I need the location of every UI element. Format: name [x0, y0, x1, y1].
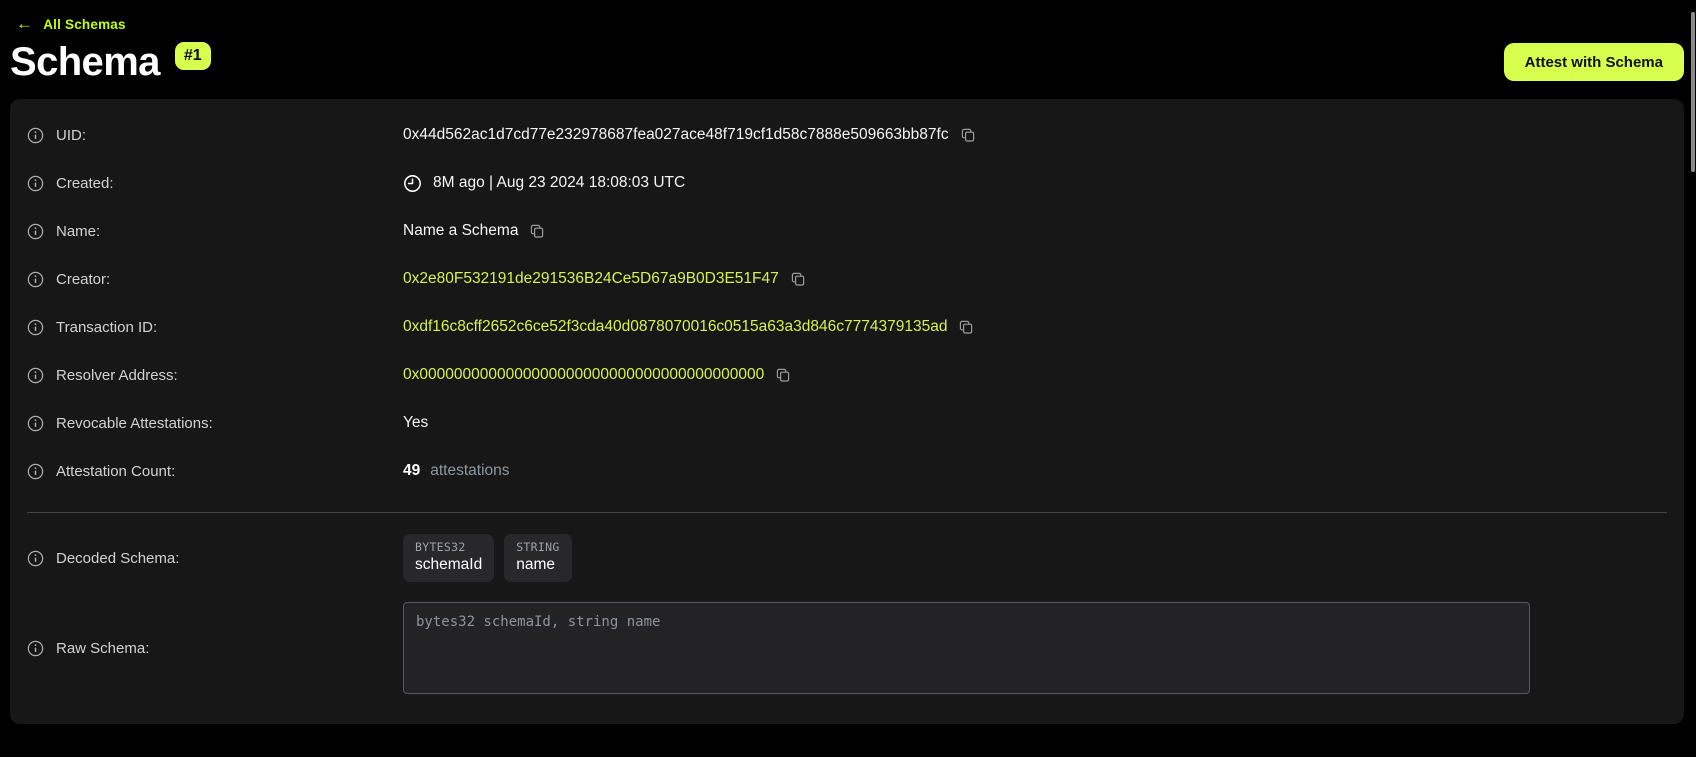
detail-label-cell: Raw Schema: — [27, 640, 403, 657]
detail-label-cell: Decoded Schema: — [27, 550, 403, 567]
schema-page: ← All Schemas Schema #1 Attest with Sche… — [0, 0, 1696, 724]
detail-label: Attestation Count: — [56, 463, 175, 480]
copy-icon[interactable] — [529, 223, 545, 239]
detail-value: 8M ago | Aug 23 2024 18:08:03 UTC — [433, 174, 685, 192]
detail-value-cell: 0xdf16c8cff2652c6ce52f3cda40d0878070016c… — [403, 318, 974, 336]
detail-value-link[interactable]: 0xdf16c8cff2652c6ce52f3cda40d0878070016c… — [403, 318, 947, 336]
raw-schema-row: Raw Schema: bytes32 schemaId, string nam… — [27, 602, 1667, 694]
decoded-schema-row: Decoded Schema: BYTES32 schemaId STRING nam… — [27, 526, 1667, 590]
back-link[interactable]: ← All Schemas — [16, 16, 126, 33]
detail-label-cell: Transaction ID: — [27, 319, 403, 336]
detail-value-link[interactable]: 0x00000000000000000000000000000000000000… — [403, 366, 764, 384]
back-link-label: All Schemas — [43, 17, 126, 32]
detail-value-cell: 49 attestations — [403, 462, 510, 480]
detail-value-cell: 0x00000000000000000000000000000000000000… — [403, 366, 791, 384]
detail-value-cell: 8M ago | Aug 23 2024 18:08:03 UTC — [403, 174, 685, 193]
detail-value-cell: 0x44d562ac1d7cd77e232978687fea027ace48f7… — [403, 126, 976, 144]
attestations-link[interactable]: attestations — [430, 462, 509, 480]
attestation-count: 49 — [403, 462, 420, 480]
detail-value-cell: 0x2e80F532191de291536B24Ce5D67a9B0D3E51F… — [403, 270, 806, 288]
detail-label: Name: — [56, 223, 100, 240]
copy-icon[interactable] — [775, 367, 791, 383]
detail-row: Name: Name a Schema — [27, 207, 1667, 255]
info-icon — [27, 319, 44, 336]
detail-label-cell: Attestation Count: — [27, 463, 403, 480]
detail-label-cell: UID: — [27, 127, 403, 144]
info-icon — [27, 175, 44, 192]
info-icon — [27, 550, 44, 567]
detail-label: UID: — [56, 127, 86, 144]
detail-row: Resolver Address: 0x00000000000000000000… — [27, 351, 1667, 399]
detail-label: Creator: — [56, 271, 110, 288]
schema-field-chip: STRING name — [504, 534, 572, 582]
detail-value: Name a Schema — [403, 222, 518, 240]
detail-value-cell: Yes — [403, 414, 428, 432]
page-title: Schema — [10, 39, 160, 85]
detail-value-link[interactable]: 0x2e80F532191de291536B24Ce5D67a9B0D3E51F… — [403, 270, 779, 288]
detail-row: UID: 0x44d562ac1d7cd77e232978687fea027ac… — [27, 111, 1667, 159]
scrollbar-thumb[interactable] — [1691, 12, 1695, 172]
scrollbar[interactable] — [1689, 0, 1696, 757]
info-icon — [27, 463, 44, 480]
copy-icon[interactable] — [958, 319, 974, 335]
detail-label: Created: — [56, 175, 114, 192]
detail-label-cell: Revocable Attestations: — [27, 415, 403, 432]
detail-label-cell: Resolver Address: — [27, 367, 403, 384]
info-icon — [27, 415, 44, 432]
detail-label: Raw Schema: — [56, 640, 149, 657]
info-icon — [27, 640, 44, 657]
info-icon — [27, 367, 44, 384]
info-icon — [27, 223, 44, 240]
detail-value: 0x44d562ac1d7cd77e232978687fea027ace48f7… — [403, 126, 949, 144]
back-row: ← All Schemas — [0, 0, 1696, 35]
detail-label: Resolver Address: — [56, 367, 178, 384]
schema-field-name: schemaId — [415, 556, 482, 574]
copy-icon[interactable] — [960, 127, 976, 143]
attest-with-schema-button[interactable]: Attest with Schema — [1504, 43, 1684, 81]
schema-field-name: name — [516, 556, 560, 574]
detail-label: Decoded Schema: — [56, 550, 179, 567]
detail-row: Attestation Count: 49 attestations — [27, 447, 1667, 495]
info-icon — [27, 271, 44, 288]
detail-row: Revocable Attestations: Yes — [27, 399, 1667, 447]
back-arrow-icon: ← — [16, 15, 33, 32]
detail-row: Created: 8M ago | Aug 23 2024 18:08:03 U… — [27, 159, 1667, 207]
section-divider — [27, 512, 1667, 513]
schema-number-badge: #1 — [175, 42, 211, 70]
detail-label: Transaction ID: — [56, 319, 157, 336]
detail-row: Creator: 0x2e80F532191de291536B24Ce5D67a… — [27, 255, 1667, 303]
schema-field-type: BYTES32 — [415, 540, 482, 554]
detail-row: Transaction ID: 0xdf16c8cff2652c6ce52f3c… — [27, 303, 1667, 351]
detail-label-cell: Name: — [27, 223, 403, 240]
info-icon — [27, 127, 44, 144]
detail-label: Revocable Attestations: — [56, 415, 213, 432]
copy-icon[interactable] — [790, 271, 806, 287]
raw-schema-textarea[interactable]: bytes32 schemaId, string name — [403, 602, 1530, 694]
schema-details-card: UID: 0x44d562ac1d7cd77e232978687fea027ac… — [10, 99, 1684, 724]
decoded-schema-fields: BYTES32 schemaId STRING name — [403, 534, 572, 582]
header-row: Schema #1 Attest with Schema — [0, 35, 1696, 99]
schema-field-chip: BYTES32 schemaId — [403, 534, 494, 582]
clock-icon — [403, 174, 422, 193]
detail-label-cell: Creator: — [27, 271, 403, 288]
detail-value-cell: Name a Schema — [403, 222, 545, 240]
detail-value: Yes — [403, 414, 428, 432]
schema-field-type: STRING — [516, 540, 560, 554]
raw-schema-value-cell: bytes32 schemaId, string name — [403, 602, 1530, 694]
detail-rows: UID: 0x44d562ac1d7cd77e232978687fea027ac… — [27, 111, 1667, 495]
detail-label-cell: Created: — [27, 175, 403, 192]
